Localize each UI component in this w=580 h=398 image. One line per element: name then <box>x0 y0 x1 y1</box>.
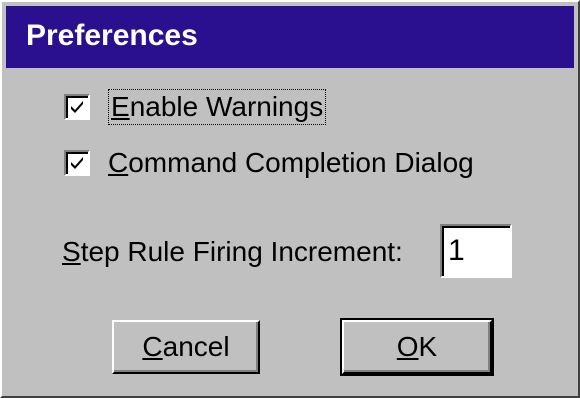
command-completion-option[interactable]: Command Completion Dialog <box>64 144 474 182</box>
command-completion-checkbox[interactable] <box>64 150 90 176</box>
enable-warnings-checkbox[interactable] <box>64 94 90 120</box>
cancel-mnemonic: C <box>142 331 163 362</box>
command-completion-label: Command Completion Dialog <box>108 147 474 178</box>
enable-warnings-option[interactable]: Enable Warnings <box>64 88 327 126</box>
checkmark-icon <box>71 157 83 169</box>
step-increment-input[interactable] <box>440 224 512 278</box>
title-bar[interactable]: Preferences <box>6 6 574 68</box>
step-increment-row: Step Rule Firing Increment: <box>62 226 403 278</box>
cancel-button[interactable]: Cancel <box>112 320 260 374</box>
step-increment-label: Step Rule Firing Increment: <box>62 236 403 267</box>
ok-label: K <box>418 331 438 362</box>
checkmark-icon <box>71 101 83 113</box>
dialog-title: Preferences <box>26 19 198 52</box>
ok-mnemonic: O <box>396 331 419 362</box>
preferences-dialog: Preferences Enable Warnings Command Comp… <box>0 0 580 398</box>
cancel-label: ancel <box>162 331 230 362</box>
ok-button[interactable]: OK <box>340 318 494 376</box>
enable-warnings-label: Enable Warnings <box>108 89 327 125</box>
